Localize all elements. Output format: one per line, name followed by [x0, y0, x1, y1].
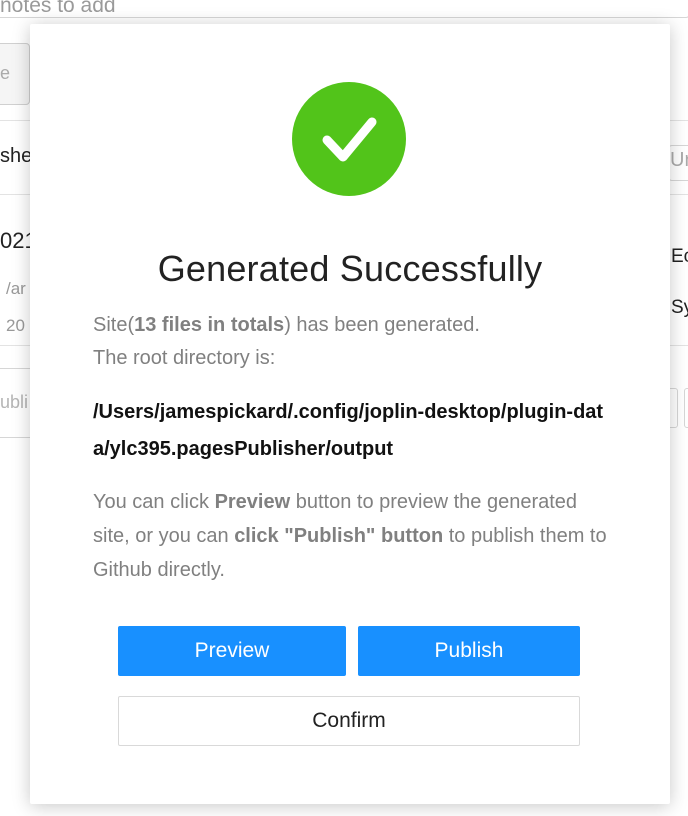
check-circle-icon: [292, 82, 406, 196]
success-modal: Generated Successfully Site(13 files in …: [30, 24, 670, 804]
background-item-path: /ar: [6, 279, 26, 298]
file-count: 13 files in totals: [134, 314, 285, 336]
background-small-button[interactable]: [684, 388, 688, 428]
background-left-button-label: e: [0, 63, 11, 83]
publish-hint: You can click Preview button to preview …: [93, 485, 613, 587]
search-placeholder: notes to add: [0, 0, 116, 17]
summary-prefix: Site(: [93, 314, 135, 336]
hint-text: You can click: [93, 491, 215, 513]
root-directory-path: /Users/jamespickard/.config/joplin-deskt…: [93, 401, 604, 460]
preview-button[interactable]: Preview: [118, 626, 346, 676]
background-item-year: 20: [6, 316, 25, 335]
background-right-button-label: Ur: [670, 149, 688, 171]
confirm-button[interactable]: Confirm: [118, 696, 580, 746]
summary-suffix: ) has been generated.: [284, 314, 480, 336]
background-right-label: Sy: [671, 297, 688, 318]
hint-publish: click "Publish" button: [234, 525, 444, 547]
background-right-label: Ec: [671, 246, 688, 267]
hint-preview: Preview: [214, 491, 291, 513]
publish-button[interactable]: Publish: [358, 626, 580, 676]
modal-title: Generated Successfully: [157, 248, 543, 289]
background-tab-label[interactable]: she: [0, 145, 32, 168]
background-input-text: ubli: [0, 392, 29, 412]
root-directory-label: The root directory is:: [93, 347, 276, 369]
generation-summary: Site(13 files in totals) has been genera…: [93, 309, 613, 375]
